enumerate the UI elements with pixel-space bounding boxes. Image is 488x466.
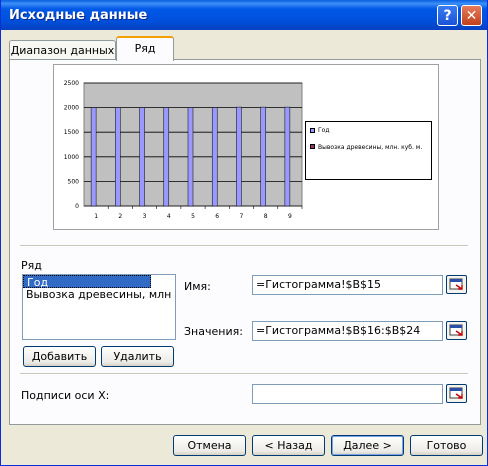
values-label: Значения: <box>184 325 243 338</box>
collapse-dialog-icon <box>449 324 463 336</box>
legend-swatch-0 <box>310 128 315 133</box>
series-list-item[interactable]: Год <box>23 275 151 289</box>
x-tick-label: 1 <box>94 213 98 220</box>
bar <box>211 107 218 207</box>
help-button[interactable]: ? <box>437 5 458 26</box>
bar <box>236 106 242 207</box>
series-list-item[interactable]: Вывозка древесины, млн <box>23 288 175 301</box>
values-field[interactable]: =Гистограмма!$B$16:$B$24 <box>252 321 443 341</box>
cancel-button-label: Отмена <box>187 439 232 452</box>
collapse-dialog-icon <box>449 387 463 399</box>
y-tick-label: 500 <box>68 178 80 185</box>
series-listbox[interactable]: Год Вывозка древесины, млн <box>22 274 176 340</box>
y-tick-label: 2000 <box>64 105 79 112</box>
x-tick-label: 5 <box>191 213 195 220</box>
name-label: Имя: <box>184 280 211 293</box>
x-tick-label: 8 <box>264 213 268 220</box>
legend-swatch-1 <box>310 144 315 149</box>
bar <box>163 107 170 207</box>
y-tick-label: 1000 <box>64 154 79 161</box>
delete-series-button-label: Удалить <box>113 350 162 363</box>
name-ref-button[interactable] <box>446 275 467 294</box>
y-tick-label: 0 <box>75 203 79 210</box>
legend-item-0: Год <box>310 127 329 134</box>
next-button-label: Далее > <box>343 439 392 452</box>
series-label: Ряд <box>21 259 42 272</box>
bar <box>115 107 121 207</box>
back-button-label: < Назад <box>264 439 313 452</box>
legend-label-1: Вывозка древесины, млн. куб. м. <box>318 144 423 151</box>
values-ref-button[interactable] <box>446 321 467 340</box>
tab-data-range[interactable]: Диапазон данных <box>9 40 116 60</box>
bar <box>260 106 266 207</box>
bar <box>139 107 145 207</box>
x-tick-label: 6 <box>215 213 219 220</box>
tab-series[interactable]: Ряд <box>116 36 174 61</box>
tab-data-range-label: Диапазон данных <box>10 44 115 57</box>
cancel-button[interactable]: Отмена <box>173 435 246 456</box>
legend-item-1: Вывозка древесины, млн. куб. м. <box>310 143 428 152</box>
x-tick-label: 7 <box>240 213 244 220</box>
chart-legend: Год Вывозка древесины, млн. куб. м. <box>305 121 432 180</box>
add-series-button-label: Добавить <box>31 350 88 363</box>
y-tick-label: 2500 <box>64 80 79 87</box>
x-labels-field[interactable] <box>252 384 443 404</box>
close-button[interactable]: ✕ <box>461 5 482 26</box>
legend-label-0: Год <box>318 127 330 134</box>
back-button[interactable]: < Назад <box>252 435 325 456</box>
add-series-button[interactable]: Добавить <box>23 346 96 367</box>
bar <box>187 107 194 207</box>
x-tick-label: 2 <box>118 213 122 220</box>
title-bar[interactable]: Исходные данные ? ✕ <box>1 0 487 30</box>
dialog-window: Исходные данные ? ✕ Диапазон данных Ряд … <box>0 0 488 466</box>
finish-button[interactable]: Готово <box>410 435 483 456</box>
bar <box>284 106 291 207</box>
bar <box>90 107 97 207</box>
y-tick-label: 1500 <box>64 129 79 136</box>
name-field[interactable]: =Гистограмма!$B$15 <box>252 275 443 295</box>
next-button[interactable]: Далее > <box>331 435 404 456</box>
x-labels-ref-button[interactable] <box>446 384 467 403</box>
x-tick-label: 3 <box>143 213 147 220</box>
collapse-dialog-icon <box>449 278 463 290</box>
window-title: Исходные данные <box>9 8 148 23</box>
separator-top <box>20 245 468 247</box>
x-tick-label: 4 <box>167 213 171 220</box>
delete-series-button[interactable]: Удалить <box>101 346 174 367</box>
tab-series-label: Ряд <box>134 42 156 55</box>
finish-button-label: Готово <box>426 439 467 452</box>
separator-bottom <box>20 373 468 375</box>
x-labels-label: Подписи оси X: <box>21 389 110 402</box>
x-tick-label: 9 <box>288 213 292 220</box>
